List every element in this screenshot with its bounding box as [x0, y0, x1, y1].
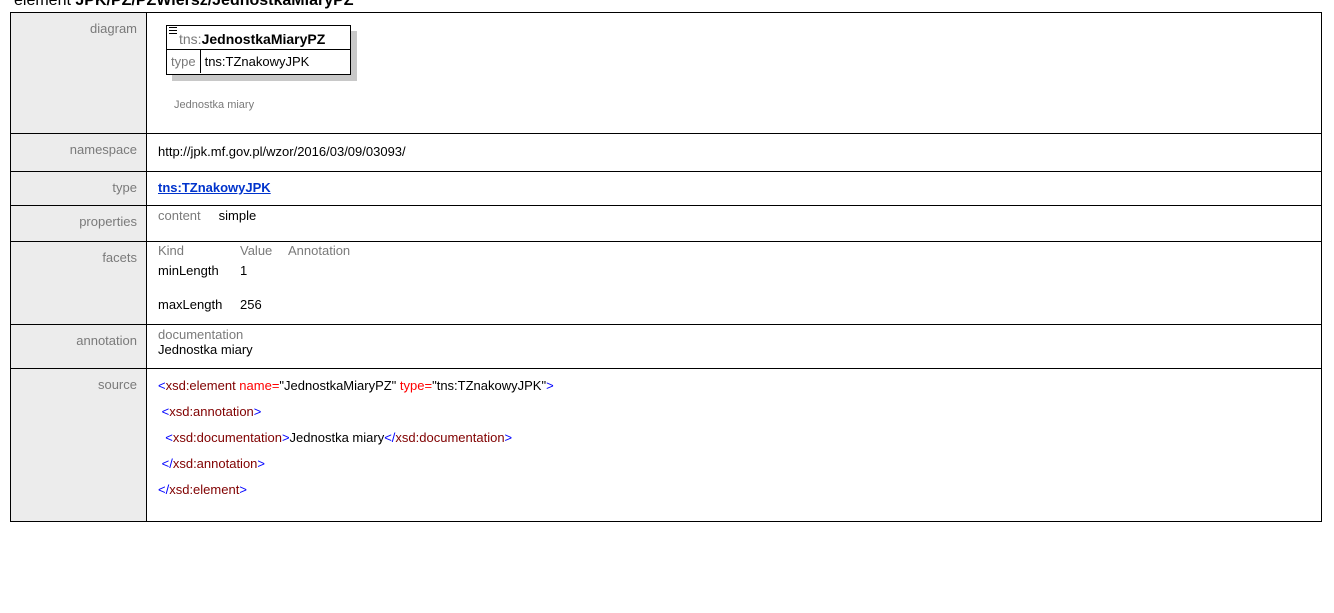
source-attr: name= — [235, 378, 280, 393]
diagram-name: JednostkaMiaryPZ — [201, 31, 326, 47]
row-namespace: namespace http://jpk.mf.gov.pl/wzor/2016… — [10, 133, 1322, 172]
property-key: content — [158, 208, 201, 223]
source-line: <xsd:annotation> — [161, 404, 262, 419]
type-link[interactable]: tns:TZnakowyJPK — [158, 180, 271, 195]
source-line: </xsd:element> — [158, 482, 247, 497]
row-source: source <xsd:element name="JednostkaMiary… — [10, 368, 1322, 522]
label-type: type — [10, 171, 147, 206]
row-diagram: diagram tns:JednostkaMiaryPZ type tns:TZ… — [10, 12, 1322, 134]
diagram-element-box: tns:JednostkaMiaryPZ type tns:TZnakowyJP… — [166, 25, 351, 75]
label-annotation: annotation — [10, 324, 147, 369]
annotation-text: Jednostka miary — [158, 342, 253, 357]
label-diagram: diagram — [10, 12, 147, 134]
label-namespace: namespace — [10, 133, 147, 172]
diagram-prefix: tns: — [179, 31, 202, 47]
element-diagram: tns:JednostkaMiaryPZ type tns:TZnakowyJP… — [158, 17, 1311, 127]
title-prefix: element — [14, 0, 76, 9]
row-type: type tns:TZnakowyJPK — [10, 171, 1322, 206]
source-tag: xsd:documentation — [395, 430, 505, 445]
source-tag: xsd:element — [165, 378, 236, 393]
diagram-element-header: tns:JednostkaMiaryPZ — [167, 26, 350, 50]
source-line: </xsd:annotation> — [161, 456, 266, 471]
source-tag: xsd:documentation — [172, 430, 282, 445]
element-doc-table: diagram tns:JednostkaMiaryPZ type tns:TZ… — [10, 12, 1322, 522]
source-tag: xsd:annotation — [172, 456, 258, 471]
diagram-cell: tns:JednostkaMiaryPZ type tns:TZnakowyJP… — [146, 12, 1322, 134]
label-properties: properties — [10, 205, 147, 242]
title-path: JPK/PZ/PZWiersz/JednostkaMiaryPZ — [75, 0, 354, 9]
facet-value: 256 — [240, 297, 262, 312]
source-line: <xsd:documentation>Jednostka miary</xsd:… — [165, 430, 513, 445]
facet-annotation — [288, 284, 388, 318]
diagram-type-row: type tns:TZnakowyJPK — [167, 50, 350, 73]
annotation-heading: documentation — [158, 327, 244, 342]
source-tag: xsd:element — [169, 482, 240, 497]
facets-table: Kind Value Annotation minLength 1 maxLen… — [158, 244, 1311, 318]
row-annotation: annotation documentation Jednostka miary — [10, 324, 1322, 369]
row-facets: facets Kind Value Annotation minLength 1… — [10, 241, 1322, 325]
properties-list: content simple — [158, 208, 1311, 223]
facets-header-value: Value — [240, 243, 273, 258]
diagram-doc: Jednostka miary — [174, 99, 255, 111]
property-value: simple — [218, 208, 257, 223]
source-line: <xsd:element name="JednostkaMiaryPZ" typ… — [158, 378, 554, 393]
element-list-icon — [169, 27, 177, 36]
row-properties: properties content simple — [10, 205, 1322, 242]
facet-annotation — [288, 258, 388, 284]
source-attr: type= — [396, 378, 433, 393]
page-title: element JPK/PZ/PZWiersz/JednostkaMiaryPZ — [14, 0, 354, 11]
label-source: source — [10, 368, 147, 522]
facets-header-kind: Kind — [158, 243, 185, 258]
facet-kind: minLength — [158, 263, 219, 278]
source-code: <xsd:element name="JednostkaMiaryPZ" typ… — [146, 368, 1322, 522]
facet-kind: maxLength — [158, 297, 223, 312]
source-attr-value: "JednostkaMiaryPZ" — [279, 378, 397, 393]
diagram-type-key: type — [167, 50, 201, 73]
label-facets: facets — [10, 241, 147, 325]
source-text: Jednostka miary — [289, 430, 385, 445]
source-tag: xsd:annotation — [169, 404, 254, 419]
source-attr-value: "tns:TZnakowyJPK" — [432, 378, 547, 393]
namespace-value: http://jpk.mf.gov.pl/wzor/2016/03/09/030… — [146, 133, 1322, 172]
diagram-type-value: tns:TZnakowyJPK — [204, 54, 310, 69]
facets-header-annotation: Annotation — [288, 243, 351, 258]
facet-value: 1 — [240, 263, 248, 278]
